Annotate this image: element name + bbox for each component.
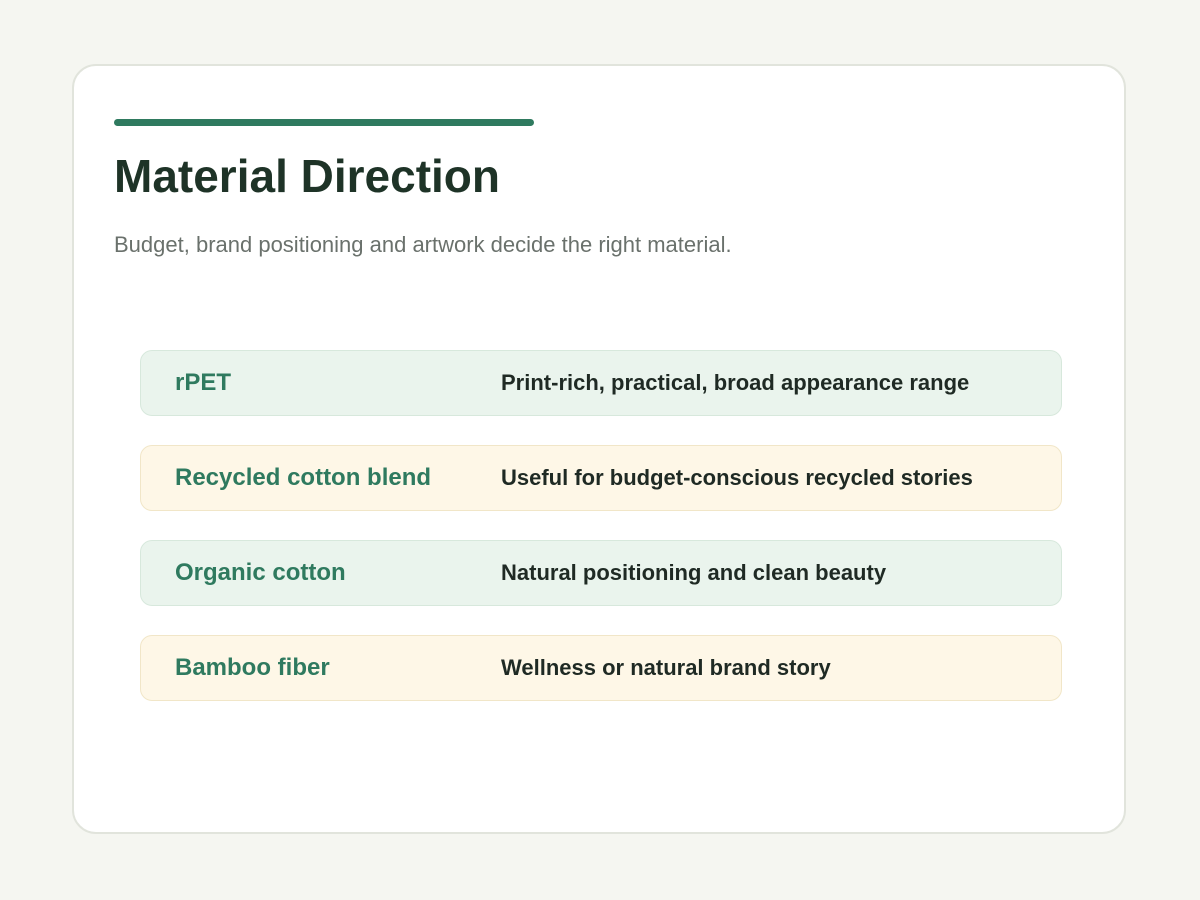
material-name: Organic cotton — [175, 559, 346, 586]
material-name: Bamboo fiber — [175, 654, 330, 681]
accent-bar — [114, 119, 534, 126]
material-description: Natural positioning and clean beauty — [501, 560, 887, 585]
material-description: Useful for budget-conscious recycled sto… — [501, 465, 973, 490]
page-subtitle: Budget, brand positioning and artwork de… — [114, 232, 732, 257]
material-description: Wellness or natural brand story — [501, 655, 831, 680]
material-description: Print-rich, practical, broad appearance … — [501, 370, 970, 395]
material-row-rpet: rPET Print-rich, practical, broad appear… — [140, 350, 1062, 416]
material-name: rPET — [175, 369, 232, 396]
material-card: Material Direction Budget, brand positio… — [72, 64, 1126, 834]
material-row-bamboo-fiber: Bamboo fiber Wellness or natural brand s… — [140, 635, 1062, 701]
material-name: Recycled cotton blend — [175, 464, 432, 491]
material-list: rPET Print-rich, practical, broad appear… — [140, 350, 1062, 730]
material-row-recycled-cotton-blend: Recycled cotton blend Useful for budget-… — [140, 445, 1062, 511]
material-row-organic-cotton: Organic cotton Natural positioning and c… — [140, 540, 1062, 606]
page-title: Material Direction — [114, 150, 500, 202]
